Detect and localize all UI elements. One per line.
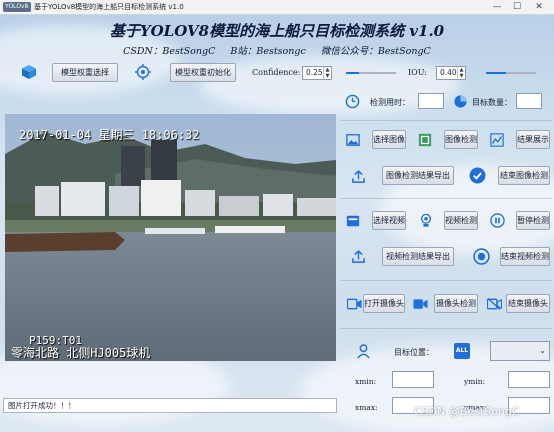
confidence-label: Confidence: <box>252 68 301 77</box>
ymin-field <box>508 371 550 388</box>
detect-time-field <box>418 93 444 109</box>
check-circle-icon <box>468 166 486 184</box>
show-result-button[interactable]: 结果展示 <box>516 130 550 149</box>
csdn-watermark: CSDN @BestSongC <box>414 405 520 418</box>
finish-camera-button[interactable]: 结束摄像头 <box>506 294 550 313</box>
confidence-value: 0.25 <box>306 68 323 77</box>
chevron-down-icon[interactable]: ⌄ <box>539 346 546 355</box>
app-badge: YOLOv8 <box>5 3 29 10</box>
image-detect-button[interactable]: 图像检测 <box>444 130 478 149</box>
camera-detect-icon <box>412 297 428 311</box>
csdn-label: CSDN：BestSongC <box>123 46 216 57</box>
wechat-label: 微信公众号：BestSongC <box>320 46 431 57</box>
image-display: 2017-01-04 星期三 18:06:32 P159:T01 零海北路 北侧… <box>5 114 336 361</box>
xmin-label: xmin: <box>355 377 377 386</box>
cube-icon[interactable] <box>20 63 38 81</box>
author-line: CSDN：BestSongC B站：Bestsongc 微信公众号：BestSo… <box>0 43 554 57</box>
page-title: 基于YOLOV8模型的海上船只目标检测系统 v1.0 <box>109 22 445 40</box>
iou-value: 0.40 <box>440 68 457 77</box>
image-detect-icon <box>418 133 432 147</box>
all-badge: ALL <box>454 343 470 359</box>
xmin-field <box>392 371 434 388</box>
bilibili-label: B站：Bestsongc <box>230 46 306 57</box>
image-icon <box>346 133 360 147</box>
model-weight-init-button[interactable]: 模型权重初始化 <box>170 63 236 82</box>
status-message: 图片打开成功！！！ <box>8 401 76 410</box>
pie-chart-icon <box>452 93 468 109</box>
clock-icon <box>344 93 360 109</box>
camera-location: 零海北路 北侧HJ005球机 <box>11 346 151 360</box>
confidence-slider[interactable] <box>346 68 396 78</box>
harbor-photo <box>5 114 336 361</box>
target-select-dropdown[interactable]: ⌄ <box>490 341 550 361</box>
iou-slider[interactable] <box>486 68 536 78</box>
video-file-icon <box>346 214 360 228</box>
select-image-button[interactable]: 选择图像 <box>372 130 406 149</box>
video-detect-button[interactable]: 视频检测 <box>444 211 478 230</box>
window-title: 基于YOLOv8模型的海上船只目标检测系统 v1.0 <box>34 3 184 11</box>
spin-arrows-icon[interactable]: ▲ ▼ <box>323 67 331 79</box>
export-image-result-button[interactable]: 图像检测结果导出 <box>382 166 454 185</box>
pause-detect-button[interactable]: 暂停检测 <box>516 211 550 230</box>
camera-timestamp: 2017-01-04 星期三 18:06:32 <box>19 128 200 142</box>
maximize-button[interactable]: ☐ <box>508 1 526 13</box>
model-weight-select-button[interactable]: 模型权重选择 <box>52 63 118 82</box>
open-camera-button[interactable]: 打开摄像头 <box>363 294 405 313</box>
video-camera-icon <box>346 297 362 311</box>
camera-detect-button[interactable]: 摄像头检测 <box>434 294 478 313</box>
target-count-field <box>516 93 542 109</box>
upload-icon <box>350 248 366 264</box>
stop-circle-icon <box>472 247 490 265</box>
target-count-label: 目标数量： <box>472 98 512 107</box>
confidence-spinbox[interactable]: 0.25 ▲ ▼ <box>302 66 332 80</box>
ymin-label: ymin: <box>464 377 486 386</box>
upload-icon <box>350 168 366 184</box>
target-icon[interactable] <box>134 63 152 81</box>
webcam-icon <box>418 213 433 228</box>
iou-spinbox[interactable]: 0.40 ▲ ▼ <box>436 66 466 80</box>
finish-image-detect-button[interactable]: 结束图像检测 <box>498 166 550 185</box>
window-titlebar: YOLOv8 基于YOLOv8模型的海上船只目标检测系统 v1.0 — ☐ ✕ <box>0 0 554 15</box>
status-bar: 图片打开成功！！！ <box>3 398 337 413</box>
minimize-button[interactable]: — <box>488 1 506 13</box>
pause-icon <box>490 213 505 228</box>
detect-time-label: 检测用时： <box>370 98 410 107</box>
iou-label: IOU: <box>408 68 427 77</box>
export-video-result-button[interactable]: 视频检测结果导出 <box>382 247 454 266</box>
app-logo-icon: YOLOv8 <box>3 2 31 12</box>
location-person-icon <box>356 343 370 359</box>
line-chart-icon <box>490 133 504 147</box>
target-position-label: 目标位置： <box>394 348 434 357</box>
camera-off-icon <box>486 297 502 311</box>
finish-video-detect-button[interactable]: 结束视频检测 <box>500 247 550 266</box>
select-video-button[interactable]: 选择视频 <box>372 211 406 230</box>
xmax-label: xmax: <box>355 403 378 412</box>
close-button[interactable]: ✕ <box>530 1 548 13</box>
spin-arrows-icon[interactable]: ▲ ▼ <box>457 67 465 79</box>
